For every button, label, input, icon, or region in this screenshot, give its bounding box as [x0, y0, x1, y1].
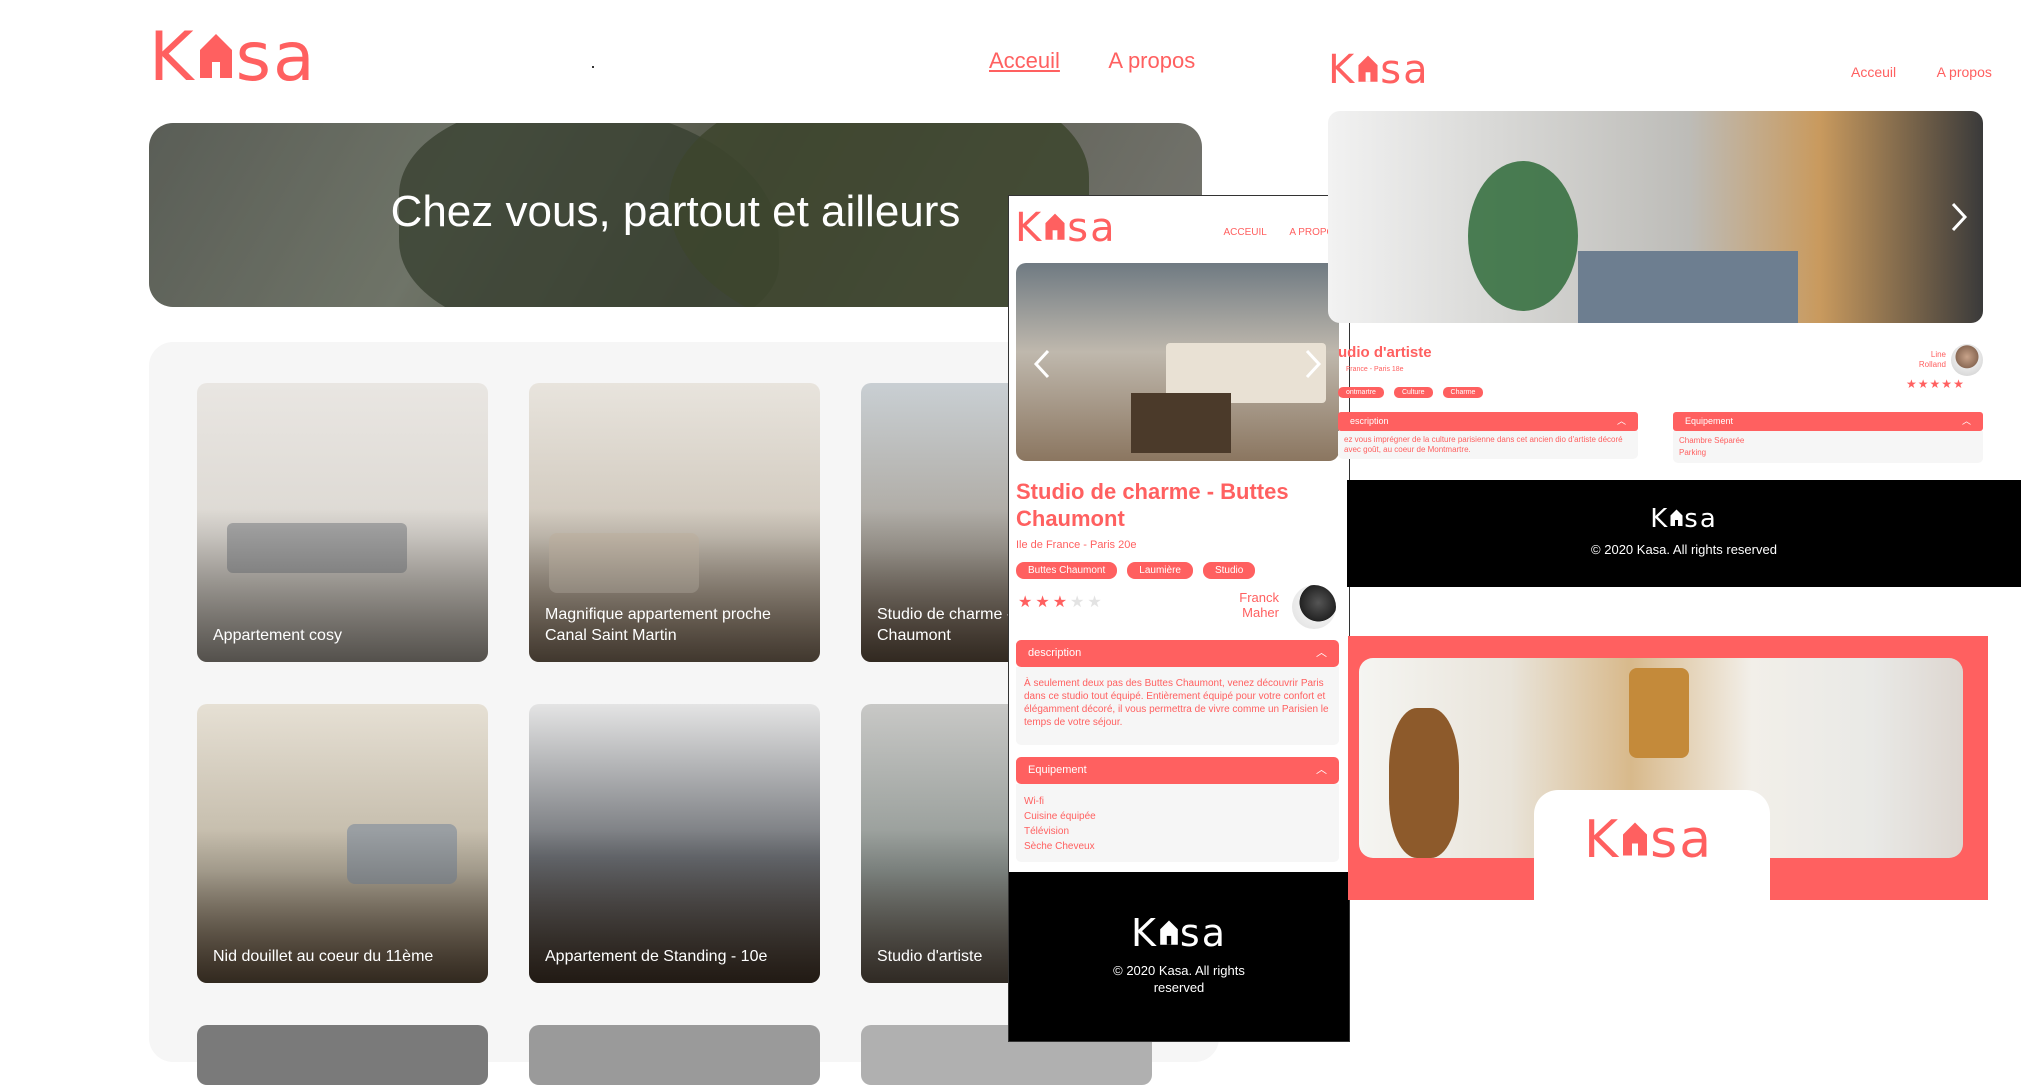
nav-about-link[interactable]: A propos [1937, 64, 1992, 80]
mobile-rating: ★ ★ ★ ★ ★ [1018, 592, 1105, 612]
description-toggle[interactable]: escription ︿ [1338, 412, 1638, 431]
card-title: Appartement de Standing - 10e [545, 948, 768, 965]
mobile-nav: ACCEUIL A PROPOS [1206, 222, 1342, 240]
kasa-house-icon [1043, 210, 1067, 241]
mobile-mockup: Ksa ACCEUIL A PROPOS Studio de charme - … [1008, 195, 1350, 1042]
list-item: Sèche Cheveux [1024, 841, 1095, 852]
detail-location: France - Paris 18e [1346, 366, 1404, 373]
card-title: Appartement cosy [213, 627, 342, 644]
card-standing-10e[interactable]: Appartement de Standing - 10e [529, 704, 820, 983]
equipment-toggle[interactable]: Equipement ︿ [1673, 412, 1983, 431]
detail-logo[interactable]: Ksa [1328, 50, 1430, 90]
footer-logo: Ksa [1650, 504, 1718, 534]
chevron-up-icon: ︿ [1961, 416, 1971, 426]
tag: Charme [1442, 387, 1484, 398]
collapse-label: escription [1350, 416, 1389, 426]
host-avatar [1292, 585, 1336, 629]
description-text: À seulement deux pas des Buttes Chaumont… [1016, 667, 1339, 745]
description-toggle[interactable]: description ︿ [1016, 640, 1339, 667]
detail-equipment-collapse: Equipement ︿ Chambre Séparée Parking [1673, 412, 1983, 463]
list-item: Wi-fi [1024, 796, 1044, 807]
tag: Studio [1202, 562, 1256, 579]
detail-host-name: Line Rolland [1918, 350, 1946, 369]
footer-copyright: © 2020 Kasa. All rights reserved [1113, 963, 1245, 995]
description-text: ez vous imprégner de la culture parisien… [1338, 431, 1638, 459]
list-item: Parking [1679, 448, 1707, 457]
kasa-house-icon [1669, 507, 1684, 527]
chevron-up-icon: ︿ [1316, 764, 1327, 776]
description-collapse: description ︿ À seulement deux pas des Bu… [1016, 640, 1339, 745]
star-icon: ★ [1087, 594, 1102, 611]
card-partial[interactable] [529, 1025, 820, 1085]
star-icon: ★ [1929, 377, 1942, 391]
footer-copyright: © 2020 Kasa. All rights reserved [1591, 542, 1777, 557]
chevron-up-icon: ︿ [1316, 647, 1327, 659]
nav-about-link[interactable]: A propos [1108, 48, 1195, 73]
card-nid-douillet[interactable]: Nid douillet au coeur du 11ème [197, 704, 488, 983]
list-item: Cuisine équipée [1024, 811, 1096, 822]
equipment-list: Chambre Séparée Parking [1673, 431, 1983, 463]
tag: ontmartre [1338, 387, 1384, 398]
dot [592, 66, 594, 68]
host-avatar [1951, 344, 1983, 376]
detail-tags: ontmartre Culture Charme [1338, 381, 1493, 399]
chevron-right-icon[interactable] [1949, 201, 1969, 233]
mobile-host-name: Franck Maher [1239, 590, 1279, 620]
star-icon: ★ [1953, 377, 1965, 391]
star-icon: ★ [1018, 594, 1033, 611]
collapse-label: Equipement [1685, 416, 1734, 426]
card-canal-saint-martin[interactable]: Magnifique appartement proche Canal Sain… [529, 383, 820, 662]
card-partial[interactable] [197, 1025, 488, 1085]
footer-logo: Ksa [1130, 911, 1227, 955]
star-icon: ★ [1906, 377, 1918, 391]
star-icon: ★ [1052, 594, 1068, 611]
detail-carousel [1328, 111, 1983, 323]
nav-home-link[interactable]: Acceuil [989, 48, 1060, 73]
home-logo[interactable]: Ksa [149, 24, 317, 92]
tag: Culture [1393, 387, 1433, 398]
mobile-title: Studio de charme - Buttes Chaumont [1016, 479, 1289, 531]
kasa-house-icon [1158, 917, 1180, 946]
nav-home-link[interactable]: Acceuil [1851, 64, 1896, 80]
mobile-footer: Ksa © 2020 Kasa. All rights reserved [1009, 872, 1349, 1041]
chevron-left-icon[interactable] [1032, 349, 1052, 379]
kasa-brand-banner: Ksa [1348, 636, 1988, 900]
detail-title: udio d'artiste [1338, 344, 1432, 361]
home-nav: Acceuil A propos [945, 48, 1195, 74]
mobile-location: Ile de France - Paris 20e [1016, 539, 1137, 551]
collapse-label: Equipement [1028, 764, 1087, 776]
list-item: Télévision [1024, 826, 1070, 837]
equipment-toggle[interactable]: Equipement ︿ [1016, 757, 1339, 784]
collapse-label: description [1028, 647, 1082, 659]
detail-nav: Acceuil A propos [1815, 64, 1992, 82]
nav-home-link[interactable]: ACCEUIL [1224, 227, 1267, 238]
detail-description-collapse: escription ︿ ez vous imprégner de la cult… [1338, 412, 1638, 459]
detail-rating: ★★★★★ [1906, 377, 1965, 391]
card-title: Nid douillet au coeur du 11ème [213, 948, 434, 965]
star-icon: ★ [1917, 377, 1930, 391]
brand-logo-plate: Ksa [1534, 790, 1770, 900]
mobile-carousel [1016, 263, 1339, 461]
chevron-right-icon[interactable] [1303, 349, 1323, 379]
star-icon: ★ [1035, 594, 1050, 611]
card-title: Magnifique appartement proche Canal Sain… [545, 606, 771, 644]
tag: Buttes Chaumont [1016, 562, 1118, 579]
tag: Laumière [1127, 562, 1193, 579]
equipment-list: Wi-fi Cuisine équipée Télévision Sèche C… [1016, 784, 1339, 862]
kasa-house-icon [1356, 52, 1380, 83]
star-icon: ★ [1941, 377, 1954, 391]
detail-footer: Ksa © 2020 Kasa. All rights reserved [1347, 480, 2021, 587]
kasa-house-icon [1620, 818, 1650, 857]
equipment-collapse: Equipement ︿ Wi-fi Cuisine équipée Télévi… [1016, 757, 1339, 862]
list-item: Chambre Séparée [1679, 436, 1745, 445]
kasa-house-icon [196, 28, 236, 80]
card-appartement-cosy[interactable]: Appartement cosy [197, 383, 488, 662]
chevron-up-icon: ︿ [1616, 416, 1626, 426]
star-icon: ★ [1070, 594, 1085, 611]
mobile-tags: Buttes Chaumont Laumière Studio [1016, 560, 1265, 579]
mobile-logo[interactable]: Ksa [1015, 208, 1117, 248]
